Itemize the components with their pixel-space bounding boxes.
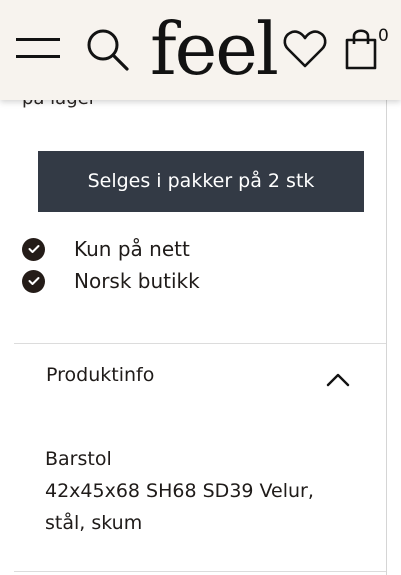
chevron-up-icon (326, 373, 350, 387)
check-circle-icon (22, 237, 45, 261)
brand-logo[interactable]: feel (150, 6, 279, 92)
product-page: på lager feel 0 Selges i pakker på 2 stk… (0, 0, 401, 575)
feature-online-only: Kun på nett (22, 236, 190, 262)
feature-label: Norsk butikk (74, 269, 200, 293)
product-description-line: 42x45x68 SH68 SD39 Velur, (45, 480, 314, 502)
feature-norwegian-store: Norsk butikk (22, 268, 200, 294)
content-border (386, 100, 387, 575)
heart-icon[interactable] (282, 28, 328, 70)
accordion-title: Produktinfo (46, 364, 155, 386)
divider (14, 571, 386, 572)
site-header: feel 0 (0, 0, 401, 100)
check-circle-icon (22, 269, 45, 293)
accordion-produktinfo-toggle[interactable]: Produktinfo (14, 344, 386, 416)
menu-icon[interactable] (14, 32, 62, 64)
pack-info-button[interactable]: Selges i pakker på 2 stk (38, 151, 364, 212)
product-description-line: Barstol (45, 448, 112, 470)
search-icon[interactable] (84, 26, 130, 72)
cart-count-badge: 0 (378, 26, 389, 46)
product-description-line: stål, skum (45, 512, 143, 534)
feature-label: Kun på nett (74, 237, 190, 261)
